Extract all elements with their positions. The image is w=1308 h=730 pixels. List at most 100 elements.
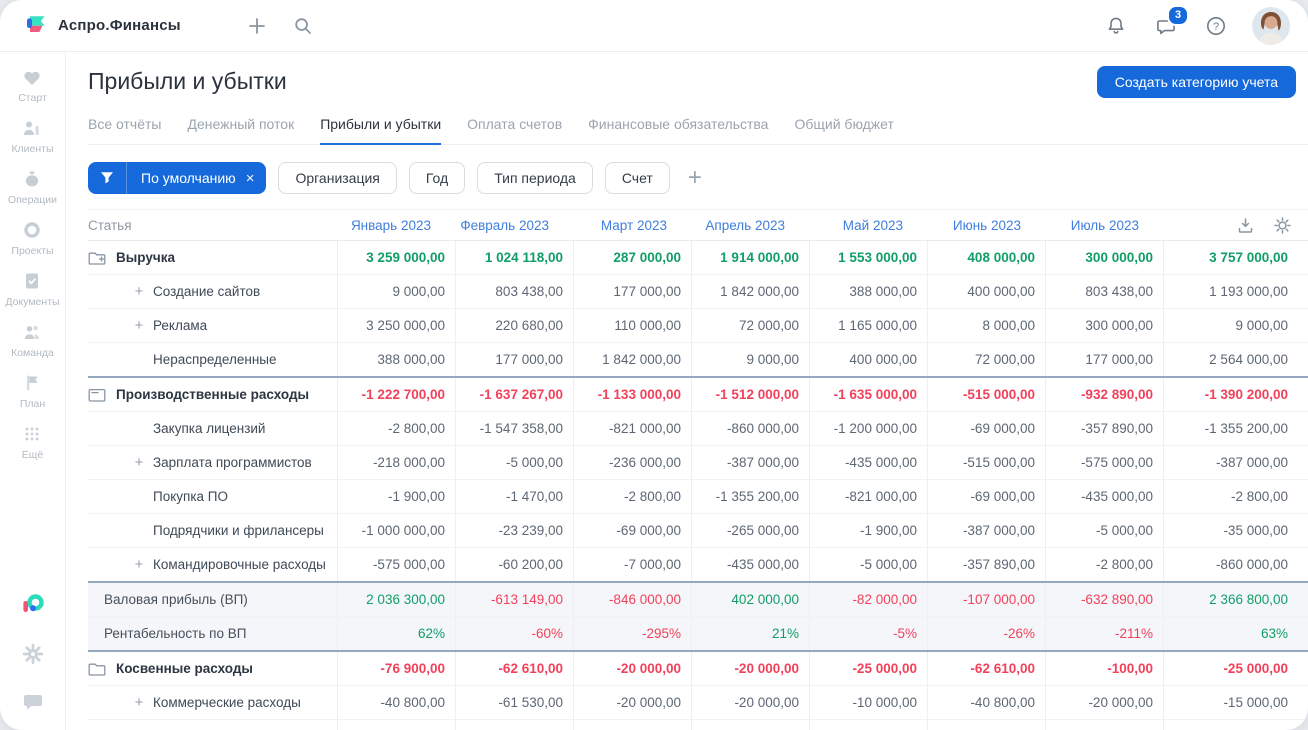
tab-general-budget[interactable]: Общий бюджет — [794, 112, 893, 145]
table-row[interactable]: +Закупка лицензий-2 800,00-1 547 358,00-… — [88, 412, 1308, 446]
row-label-cell: +Покупка ПО — [88, 480, 337, 513]
month-header-1[interactable]: Январь 2023 — [337, 210, 455, 240]
row-label-cell: + Коммерческие расходы — [88, 686, 337, 719]
table-row[interactable]: +Управленческие расходы-36 100,00-1 080,… — [88, 720, 1308, 730]
download-icon[interactable] — [1236, 216, 1255, 235]
cell-value: -1 355 200,00 — [691, 480, 809, 513]
cell-value: -387 000,00 — [1163, 446, 1308, 479]
filter-chip-2[interactable]: Тип периода — [477, 162, 593, 194]
cell-value: -5 000,00 — [809, 548, 927, 581]
table-row[interactable]: Выручка 3 259 000,00 1 024 118,00 287 000,0… — [88, 241, 1308, 275]
cell-value: -2 800,00 — [1163, 480, 1308, 513]
folder-minus-icon[interactable] — [88, 387, 106, 403]
month-header-7[interactable]: Июль 2023 — [1045, 210, 1163, 240]
cell-value: -76 900,00 — [337, 652, 455, 685]
row-label: Командировочные расходы — [153, 557, 326, 572]
month-header-6[interactable]: Июнь 2023 — [927, 210, 1045, 240]
filter-chip-1[interactable]: Год — [408, 162, 466, 194]
month-header-5[interactable]: Май 2023 — [809, 210, 927, 240]
notifications-bell-icon[interactable] — [1102, 12, 1130, 40]
cell-value: 8 000,00 — [927, 309, 1045, 342]
create-category-button[interactable]: Создать категорию учета — [1096, 66, 1296, 98]
sidebar-item-team[interactable]: Команда — [5, 321, 59, 359]
cell-value: -932 890,00 — [1045, 378, 1163, 411]
tab-invoice-payment[interactable]: Оплата счетов — [467, 112, 562, 145]
settings-gear-icon[interactable] — [21, 642, 45, 666]
expand-plus-icon[interactable]: + — [132, 695, 146, 710]
help-icon[interactable]: ? — [1202, 12, 1230, 40]
cell-value: 1 024 118,00 — [455, 241, 573, 274]
cell-value: 1 553 000,00 — [809, 241, 927, 274]
expand-plus-icon[interactable]: + — [132, 284, 146, 299]
folder-icon[interactable] — [88, 661, 106, 677]
add-icon[interactable] — [243, 12, 271, 40]
table-row[interactable]: + Создание сайтов 9 000,00 803 438,00 177 00… — [88, 275, 1308, 309]
table-settings-gear-icon[interactable] — [1273, 216, 1292, 235]
cell-value: 1 914 000,00 — [691, 241, 809, 274]
cell-value: -515 000,00 — [927, 446, 1045, 479]
sidebar-item-start[interactable]: Старт — [5, 66, 59, 104]
table-row[interactable]: Косвенные расходы -76 900,00 -62 610,00 -20… — [88, 652, 1308, 686]
cell-value: 177 000,00 — [573, 275, 691, 308]
table-row[interactable]: + Командировочные расходы -575 000,00 -60 2… — [88, 548, 1308, 583]
user-avatar[interactable] — [1252, 6, 1290, 45]
cell-value: 2 564 000,00 — [1163, 343, 1308, 376]
cell-value: -25 000,00 — [1163, 652, 1308, 685]
tab-all-reports[interactable]: Все отчёты — [88, 112, 161, 145]
messages-icon[interactable]: 3 — [1152, 4, 1189, 40]
month-header-4[interactable]: Апрель 2023 — [691, 210, 809, 240]
active-filter-pill[interactable]: По умолчанию × — [88, 162, 267, 194]
sidebar-item-projects[interactable]: Проекты — [5, 219, 59, 257]
month-header-2[interactable]: Февраль 2023 — [455, 210, 573, 240]
cell-value: -61 530,00 — [455, 686, 573, 719]
filter-chip-3[interactable]: Счет — [604, 162, 670, 194]
table-row[interactable]: +Подрядчики и фрилансеры-1 000 000,00-23… — [88, 514, 1308, 548]
row-label: Нераспределенные — [153, 352, 277, 367]
aspro-cloud-logo-icon[interactable] — [20, 592, 46, 618]
filter-chip-0[interactable]: Организация — [278, 162, 397, 194]
clear-filter-icon[interactable]: × — [244, 170, 267, 187]
expand-plus-icon[interactable]: + — [132, 455, 146, 470]
table-row[interactable]: + Зарплата программистов -218 000,00 -5 000… — [88, 446, 1308, 480]
add-filter-icon[interactable]: + — [688, 166, 702, 190]
expand-plus-icon[interactable]: + — [132, 557, 146, 572]
sidebar-item-plan[interactable]: План — [5, 372, 59, 410]
table-row[interactable]: Рентабельность по ВП 62% -60% -295% 21% -5% -2… — [88, 617, 1308, 652]
cell-value: -5% — [809, 617, 927, 650]
cell-value: 220 680,00 — [455, 309, 573, 342]
row-label-cell: +Подрядчики и фрилансеры — [88, 514, 337, 547]
app-logo-icon[interactable] — [22, 13, 48, 39]
row-label-cell: +Управленческие расходы — [88, 720, 337, 730]
table-row[interactable]: + Коммерческие расходы -40 800,00 -61 530,0… — [88, 686, 1308, 720]
expand-plus-icon[interactable]: + — [132, 318, 146, 333]
table-body: Выручка 3 259 000,00 1 024 118,00 287 000,0… — [88, 241, 1308, 730]
cell-value: 2 036 300,00 — [337, 583, 455, 616]
cell-value: -107 000,00 — [927, 583, 1045, 616]
row-label-cell: + Реклама — [88, 309, 337, 342]
table-row[interactable]: Валовая прибыль (ВП) 2 036 300,00 -613 149… — [88, 583, 1308, 617]
cell-value: 177 000,00 — [1045, 343, 1163, 376]
sidebar-item-label: Старт — [18, 92, 47, 104]
sidebar-item-more[interactable]: Ещё — [5, 423, 59, 461]
search-icon[interactable] — [289, 12, 317, 40]
row-label: Закупка лицензий — [153, 421, 266, 436]
cell-value: 63% — [1163, 617, 1308, 650]
table-row[interactable]: +Нераспределенные388 000,00177 000,001 8… — [88, 343, 1308, 378]
month-header-3[interactable]: Март 2023 — [573, 210, 691, 240]
table-row[interactable]: +Покупка ПО-1 900,00-1 470,00-2 800,00-1… — [88, 480, 1308, 514]
folder-plus-icon[interactable] — [88, 250, 106, 266]
cell-value: -1 200 000,00 — [809, 412, 927, 445]
table-row[interactable]: Производственные расходы -1 222 700,00 -1 … — [88, 378, 1308, 412]
sidebar-item-operations[interactable]: Операции — [5, 168, 59, 206]
sidebar-item-clients[interactable]: Клиенты — [5, 117, 59, 155]
sidebar-item-documents[interactable]: Документы — [5, 270, 60, 308]
table-row[interactable]: + Реклама 3 250 000,00 220 680,00 110 000,00… — [88, 309, 1308, 343]
cell-value: -23 239,00 — [455, 514, 573, 547]
tab-financial-liabilities[interactable]: Финансовые обязательства — [588, 112, 768, 145]
tab-cash-flow[interactable]: Денежный поток — [187, 112, 294, 145]
tab-profit-loss[interactable]: Прибыли и убытки — [320, 112, 442, 145]
cell-value: 110 000,00 — [573, 309, 691, 342]
chat-bubble-icon[interactable] — [21, 690, 45, 714]
svg-text:?: ? — [1213, 21, 1219, 33]
sidebar-item-label: Проекты — [11, 245, 54, 257]
